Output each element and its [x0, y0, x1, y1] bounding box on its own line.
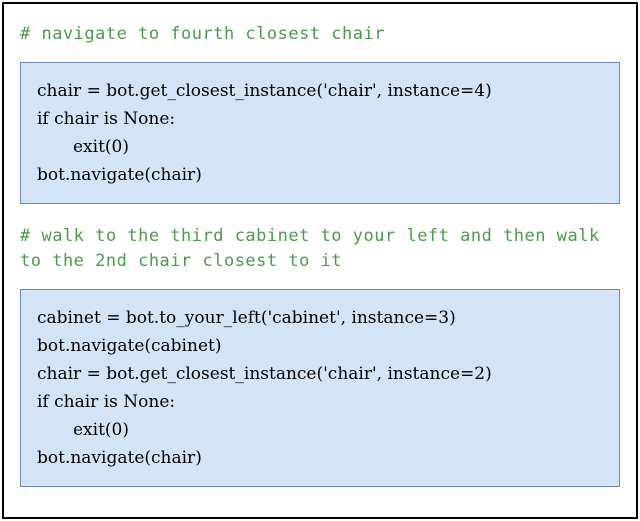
code-line: if chair is None: — [37, 388, 603, 416]
code-line-indented: exit(0) — [37, 416, 129, 444]
code-line: bot.navigate(chair) — [37, 444, 603, 472]
code-line: chair = bot.get_closest_instance('chair'… — [37, 77, 603, 105]
code-line: exit(0) — [37, 133, 603, 161]
section2-code-block: cabinet = bot.to_your_left('cabinet', in… — [20, 289, 620, 487]
code-line-indented: exit(0) — [37, 133, 129, 161]
code-line: chair = bot.get_closest_instance('chair'… — [37, 360, 603, 388]
code-line: cabinet = bot.to_your_left('cabinet', in… — [37, 304, 603, 332]
code-line: exit(0) — [37, 416, 603, 444]
section2-comment: # walk to the third cabinet to your left… — [20, 224, 620, 275]
section1-comment: # navigate to fourth closest chair — [20, 22, 620, 48]
figure-frame: # navigate to fourth closest chair chair… — [2, 2, 638, 519]
code-line: bot.navigate(cabinet) — [37, 332, 603, 360]
code-line: bot.navigate(chair) — [37, 161, 603, 189]
section1-code-block: chair = bot.get_closest_instance('chair'… — [20, 62, 620, 204]
code-line: if chair is None: — [37, 105, 603, 133]
